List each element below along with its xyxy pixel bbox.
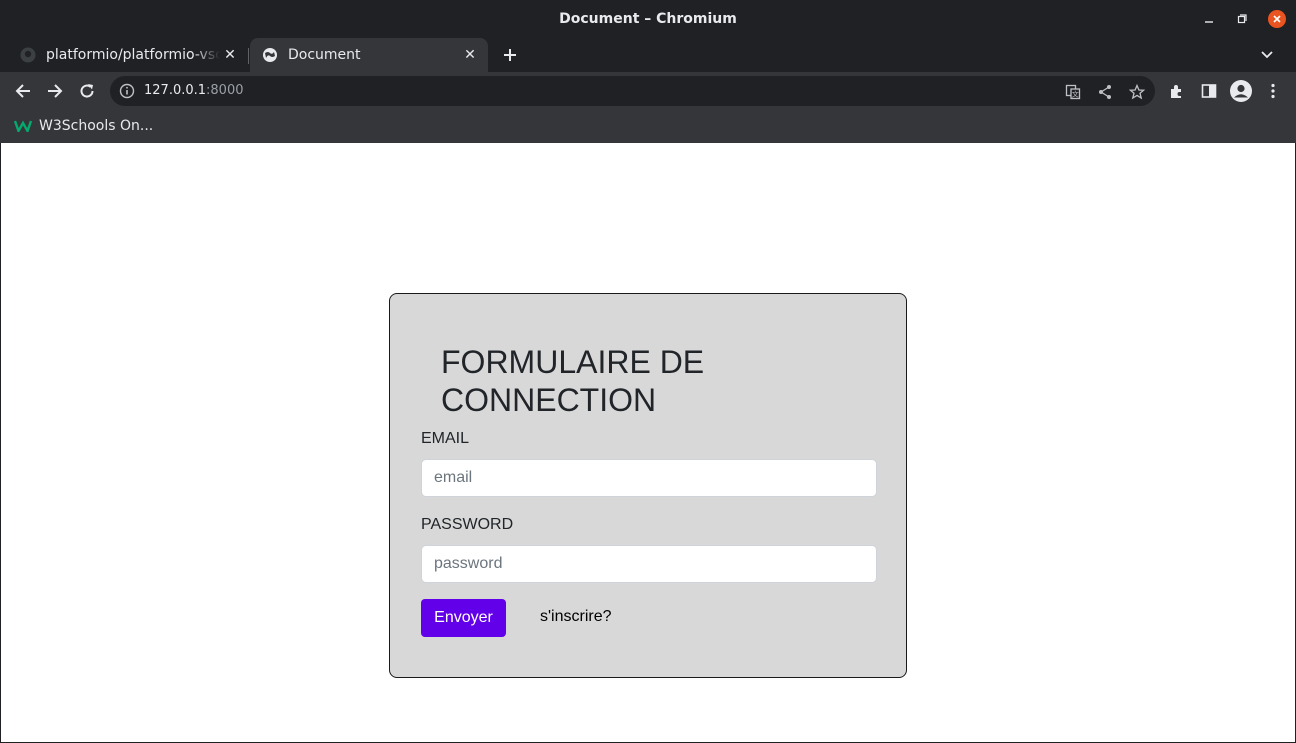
back-arrow-icon[interactable]: [11, 79, 35, 103]
translate-icon[interactable]: 文: [1064, 83, 1082, 101]
info-icon[interactable]: [119, 83, 135, 99]
tab-platformio[interactable]: platformio/platformio-vscode-ide ✕: [8, 38, 248, 72]
password-field[interactable]: [421, 545, 877, 583]
address-bar[interactable]: 127.0.0.1:8000 文: [110, 76, 1155, 106]
globe-icon: [262, 47, 278, 63]
bookmark-w3schools[interactable]: W3Schools On...: [14, 116, 153, 136]
tab-document[interactable]: Document ✕: [250, 38, 488, 72]
password-label: PASSWORD: [421, 516, 514, 533]
tab-strip: platformio/platformio-vscode-ide ✕ Docum…: [0, 38, 1296, 72]
browser-toolbar: 127.0.0.1:8000 文: [0, 72, 1296, 110]
github-icon: [20, 47, 36, 63]
login-form-card: FORMULAIRE DE CONNECTION EMAIL PASSWORD …: [389, 293, 907, 678]
email-label: EMAIL: [421, 430, 470, 447]
more-menu-icon[interactable]: [1261, 79, 1285, 103]
window-titlebar: Document – Chromium: [0, 0, 1296, 38]
extensions-icon[interactable]: [1165, 79, 1189, 103]
signup-link[interactable]: s'inscrire?: [540, 608, 612, 626]
svg-text:文: 文: [1072, 90, 1079, 99]
email-field[interactable]: [421, 459, 877, 497]
tab-label: Document: [288, 47, 361, 63]
restore-icon[interactable]: [1233, 10, 1251, 28]
window-title: Document – Chromium: [559, 11, 737, 27]
bookmark-label: W3Schools On...: [39, 118, 154, 134]
share-icon[interactable]: [1096, 83, 1114, 101]
bookmarks-bar: W3Schools On...: [0, 110, 1296, 143]
page-viewport: FORMULAIRE DE CONNECTION EMAIL PASSWORD …: [1, 143, 1295, 742]
chevron-down-icon[interactable]: [1256, 44, 1278, 66]
url-port: :8000: [206, 83, 244, 98]
tab-divider: [248, 48, 249, 64]
form-title: FORMULAIRE DE CONNECTION: [441, 344, 705, 418]
w3schools-icon: [14, 120, 32, 132]
new-tab-button[interactable]: [498, 43, 522, 67]
submit-button[interactable]: Envoyer: [421, 599, 506, 637]
side-panel-icon[interactable]: [1197, 79, 1221, 103]
reload-icon[interactable]: [75, 79, 99, 103]
star-icon[interactable]: [1128, 83, 1146, 101]
url-text: 127.0.0.1:8000: [144, 83, 244, 98]
url-host: 127.0.0.1: [144, 83, 207, 98]
forward-arrow-icon[interactable]: [43, 79, 67, 103]
tab-label: platformio/platformio-vscode-ide: [46, 47, 220, 63]
close-icon[interactable]: ✕: [220, 45, 240, 65]
minimize-icon[interactable]: [1200, 10, 1218, 28]
profile-avatar-icon[interactable]: [1229, 79, 1253, 103]
window-close-icon[interactable]: [1268, 10, 1286, 28]
close-icon[interactable]: ✕: [460, 45, 480, 65]
